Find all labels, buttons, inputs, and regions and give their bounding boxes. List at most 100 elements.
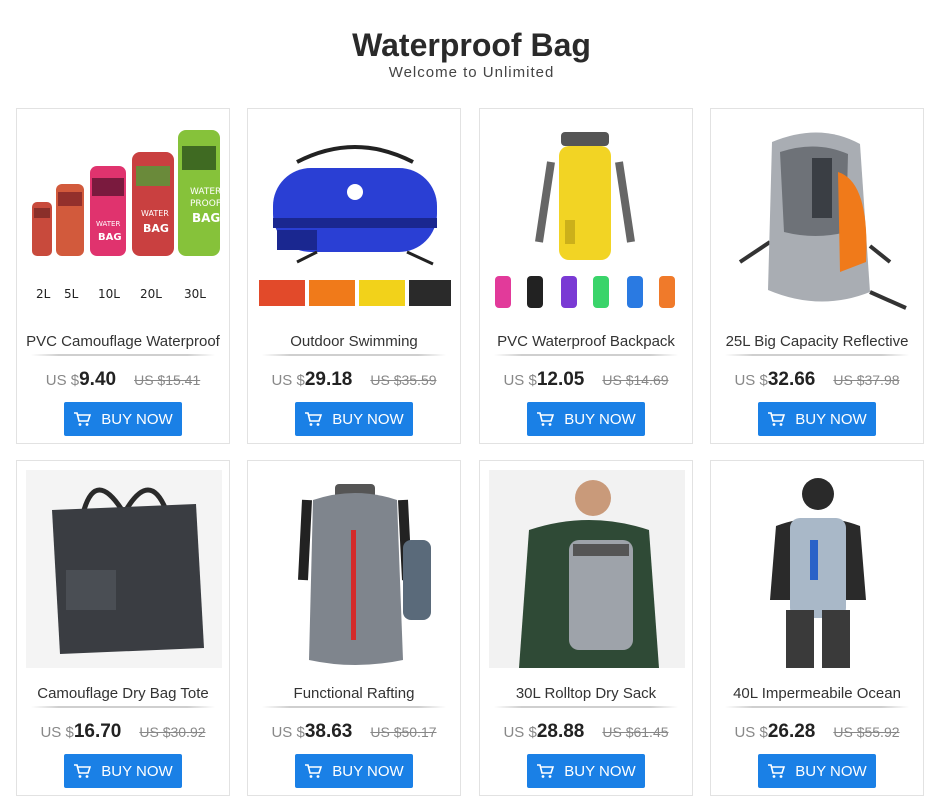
- product-image-gray-orange-backpack[interactable]: [720, 118, 916, 316]
- original-price: US $37.98: [833, 372, 900, 388]
- currency-label: US $: [503, 724, 537, 741]
- product-name-overflow: [262, 704, 446, 708]
- original-price: US $61.45: [602, 724, 669, 740]
- currency-label: US $: [271, 724, 305, 741]
- original-price: US $14.69: [602, 372, 669, 388]
- svg-text:10L: 10L: [98, 287, 120, 301]
- shopping-cart-icon: [537, 412, 555, 426]
- buy-now-label: BUY NOW: [564, 762, 636, 780]
- buy-now-label: BUY NOW: [795, 410, 867, 428]
- product-prices: US $29.18 US $35.59: [248, 369, 460, 391]
- product-name[interactable]: Outdoor Swimming: [254, 333, 454, 353]
- product-prices: US $32.66 US $37.98: [711, 369, 923, 391]
- product-name[interactable]: 30L Rolltop Dry Sack: [486, 685, 686, 705]
- product-prices: US $16.70 US $30.92: [17, 721, 229, 743]
- svg-text:WATER: WATER: [190, 187, 221, 197]
- product-name-overflow: [31, 704, 215, 708]
- shopping-cart-icon: [537, 764, 555, 778]
- buy-now-button[interactable]: BUY NOW: [527, 754, 645, 788]
- svg-text:20L: 20L: [140, 287, 162, 301]
- original-price: US $15.41: [134, 372, 201, 388]
- product-prices: US $9.40 US $15.41: [17, 369, 229, 391]
- currency-label: US $: [734, 372, 768, 389]
- svg-text:BAG: BAG: [98, 232, 122, 243]
- sale-price: 32.66: [767, 369, 816, 390]
- product-card[interactable]: 30L Rolltop Dry Sack US $28.88 US $61.45 …: [479, 460, 693, 796]
- shopping-cart-icon: [305, 764, 323, 778]
- product-image-blue-duffel-bag[interactable]: [257, 118, 453, 316]
- shopping-cart-icon: [74, 764, 92, 778]
- product-card[interactable]: 25L Big Capacity Reflective US $32.66 US …: [710, 108, 924, 444]
- product-prices: US $26.28 US $55.92: [711, 721, 923, 743]
- buy-now-button[interactable]: BUY NOW: [64, 402, 182, 436]
- svg-text:BAG: BAG: [143, 222, 169, 235]
- currency-label: US $: [45, 372, 80, 389]
- svg-text:WATER: WATER: [96, 220, 120, 228]
- buy-now-button[interactable]: BUY NOW: [758, 754, 876, 788]
- currency-label: US $: [734, 724, 768, 741]
- svg-text:30L: 30L: [184, 287, 206, 301]
- currency-label: US $: [271, 372, 305, 389]
- buy-now-label: BUY NOW: [795, 762, 867, 780]
- buy-now-button[interactable]: BUY NOW: [758, 402, 876, 436]
- product-name-overflow: [494, 352, 678, 356]
- buy-now-label: BUY NOW: [332, 410, 404, 428]
- buy-now-label: BUY NOW: [101, 762, 173, 780]
- sale-price: 29.18: [304, 369, 353, 390]
- product-name-overflow: [31, 352, 215, 356]
- product-name-overflow: [262, 352, 446, 356]
- shopping-cart-icon: [74, 412, 92, 426]
- buy-now-label: BUY NOW: [332, 762, 404, 780]
- svg-text:WATER: WATER: [141, 209, 169, 218]
- product-image-camouflage-dry-bags[interactable]: WATER PROOF BAG WATER BAG WATER BAG 2L 5…: [26, 118, 222, 316]
- currency-label: US $: [503, 372, 537, 389]
- buy-now-button[interactable]: BUY NOW: [527, 402, 645, 436]
- product-card[interactable]: Camouflage Dry Bag Tote US $16.70 US $30.…: [16, 460, 230, 796]
- svg-text:PROOF: PROOF: [190, 199, 221, 209]
- product-card[interactable]: 40L Impermeabile Ocean US $26.28 US $55.9…: [710, 460, 924, 796]
- product-name-overflow: [725, 704, 909, 708]
- shopping-cart-icon: [305, 412, 323, 426]
- buy-now-button[interactable]: BUY NOW: [295, 754, 413, 788]
- product-card[interactable]: Functional Rafting US $38.63 US $50.17 BU…: [247, 460, 461, 796]
- product-prices: US $12.05 US $14.69: [480, 369, 692, 391]
- product-name[interactable]: PVC Camouflage Waterproof: [23, 333, 223, 353]
- original-price: US $30.92: [139, 724, 206, 740]
- product-image-black-tote-bag[interactable]: [26, 470, 222, 668]
- sale-price: 26.28: [767, 721, 816, 742]
- svg-text:5L: 5L: [64, 287, 79, 301]
- product-card[interactable]: PVC Waterproof Backpack US $12.05 US $14.…: [479, 108, 693, 444]
- product-card[interactable]: Outdoor Swimming US $29.18 US $35.59 BUY …: [247, 108, 461, 444]
- sale-price: 9.40: [79, 369, 117, 390]
- svg-text:2L: 2L: [36, 287, 51, 301]
- shopping-cart-icon: [768, 764, 786, 778]
- sale-price: 28.88: [536, 721, 585, 742]
- sale-price: 12.05: [536, 369, 585, 390]
- currency-label: US $: [40, 724, 74, 741]
- product-name-overflow: [725, 352, 909, 356]
- product-name[interactable]: 25L Big Capacity Reflective: [717, 333, 917, 353]
- product-name-overflow: [494, 704, 678, 708]
- product-grid: WATER PROOF BAG WATER BAG WATER BAG 2L 5…: [0, 0, 943, 802]
- shopping-cart-icon: [768, 412, 786, 426]
- buy-now-button[interactable]: BUY NOW: [295, 402, 413, 436]
- product-name[interactable]: Camouflage Dry Bag Tote: [23, 685, 223, 705]
- product-name[interactable]: Functional Rafting: [254, 685, 454, 705]
- original-price: US $55.92: [833, 724, 900, 740]
- product-image-man-with-rolltop-sack[interactable]: [489, 470, 685, 668]
- sale-price: 16.70: [73, 721, 122, 742]
- buy-now-label: BUY NOW: [101, 410, 173, 428]
- product-card[interactable]: WATER PROOF BAG WATER BAG WATER BAG 2L 5…: [16, 108, 230, 444]
- buy-now-button[interactable]: BUY NOW: [64, 754, 182, 788]
- product-prices: US $28.88 US $61.45: [480, 721, 692, 743]
- sale-price: 38.63: [304, 721, 353, 742]
- product-name[interactable]: PVC Waterproof Backpack: [486, 333, 686, 353]
- product-image-yellow-dry-backpack[interactable]: [489, 118, 685, 316]
- svg-text:BAG: BAG: [192, 211, 220, 225]
- product-image-man-with-ocean-pack[interactable]: [720, 470, 916, 668]
- original-price: US $35.59: [370, 372, 437, 388]
- buy-now-label: BUY NOW: [564, 410, 636, 428]
- original-price: US $50.17: [370, 724, 437, 740]
- product-image-gray-rafting-backpack[interactable]: [257, 470, 453, 668]
- product-name[interactable]: 40L Impermeabile Ocean: [717, 685, 917, 705]
